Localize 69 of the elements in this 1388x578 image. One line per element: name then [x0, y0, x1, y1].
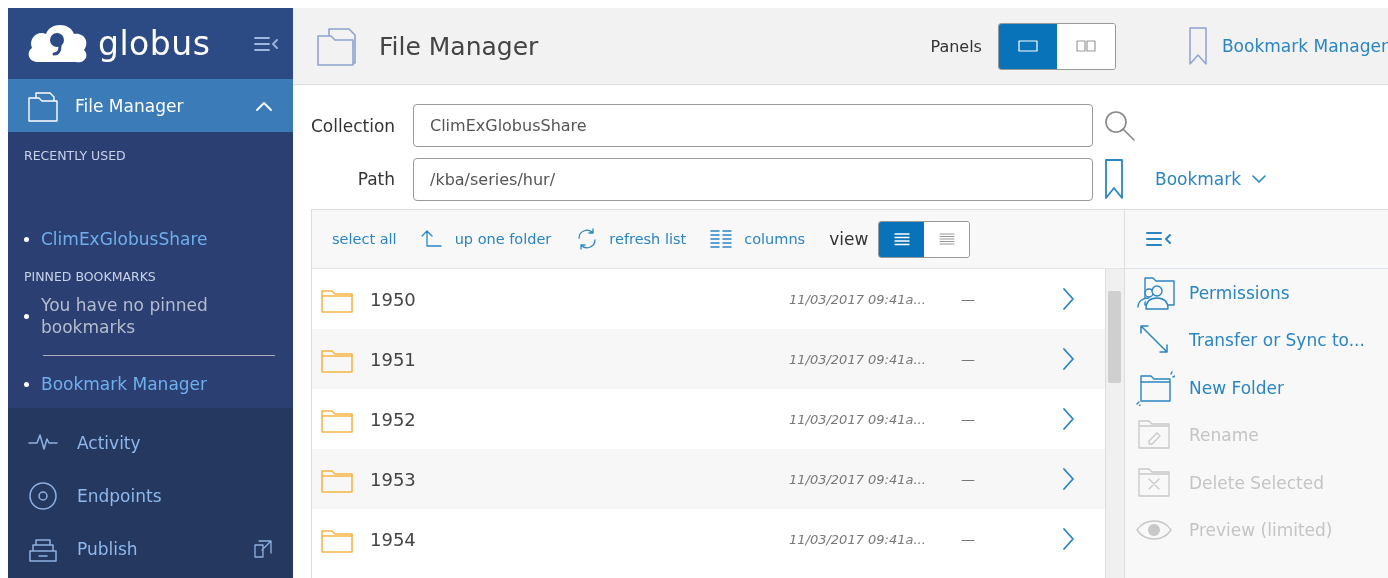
page-title: File Manager [379, 31, 539, 61]
chevron-up-icon [255, 99, 273, 112]
action-button[interactable]: Permissions [1125, 269, 1388, 317]
single-pane-icon [1017, 39, 1038, 53]
nav-item[interactable]: Publish [8, 522, 293, 575]
modified-date: 11/03/2017 09:41a... [789, 411, 927, 427]
toolbar-button[interactable]: up one folder [420, 228, 552, 250]
toolbar-button[interactable]: columns [710, 228, 806, 250]
file-size: — [961, 291, 976, 307]
toolbar-button[interactable]: refresh list [575, 228, 687, 250]
chevron-right-icon[interactable] [1061, 467, 1075, 491]
bullet-icon [24, 313, 29, 319]
toolbar-button[interactable]: select all [332, 231, 397, 247]
section-heading: RECENTLY USED [24, 148, 127, 163]
bullet-icon [24, 236, 29, 242]
nav-item[interactable]: Activity [8, 416, 293, 469]
file-size: — [961, 471, 976, 487]
search-icon[interactable] [1103, 108, 1137, 143]
field-label: Path [356, 169, 395, 189]
action-button[interactable]: Transfer or Sync to... [1125, 316, 1388, 364]
section-heading: PINNED BOOKMARKS [24, 269, 157, 284]
dual-panel-button[interactable] [1056, 23, 1115, 69]
file-row[interactable]: 1953 11/03/2017 09:41a... — [312, 449, 1105, 509]
dual-pane-icon [1075, 39, 1096, 53]
people-folder-icon [1135, 274, 1175, 311]
list-icon [893, 232, 910, 246]
modified-date: 11/03/2017 09:41a... [789, 351, 927, 367]
chevron-right-icon[interactable] [1061, 347, 1075, 371]
file-size: — [961, 411, 976, 427]
nav-item[interactable]: Endpoints [8, 469, 293, 522]
single-panel-button[interactable] [998, 23, 1057, 69]
target-icon [27, 479, 59, 512]
modified-date: 11/03/2017 09:41a... [789, 291, 927, 307]
field-label: Collection [311, 115, 395, 136]
scrollbar[interactable] [1105, 269, 1124, 578]
bookmark-icon[interactable] [1103, 157, 1125, 201]
brand-name: globus [98, 24, 212, 63]
panels-label: Panels [930, 36, 982, 56]
collapse-menu-icon[interactable] [1145, 229, 1173, 249]
chevron-right-icon[interactable] [1061, 527, 1075, 551]
chevron-right-icon[interactable] [1061, 407, 1075, 431]
file-size: — [961, 531, 976, 547]
file-row[interactable]: 1951 11/03/2017 09:41a... — [312, 329, 1105, 389]
modified-date: 11/03/2017 09:41a... [789, 471, 927, 487]
bookmark-manager-link[interactable]: Bookmark Manager [41, 374, 208, 394]
refresh-icon [575, 228, 598, 250]
action-button[interactable]: New Folder [1125, 364, 1388, 412]
file-size: — [961, 351, 976, 367]
modified-date: 11/03/2017 09:41a... [789, 531, 927, 547]
bookmark-dropdown[interactable]: Bookmark [1155, 169, 1268, 189]
collection-field[interactable]: ClimExGlobusShare [413, 104, 1093, 147]
recent-link[interactable]: ClimExGlobusShare [41, 229, 208, 249]
list-view-button[interactable] [879, 221, 925, 257]
columns-icon [710, 228, 733, 250]
nav-item[interactable]: File Manager [8, 79, 293, 132]
lines-icon [938, 232, 955, 246]
path-field[interactable]: /kba/series/hur/ [413, 157, 1093, 201]
empty-message: You have no pinned bookmarks [41, 294, 209, 338]
caret-icon [1251, 174, 1268, 184]
bookmark-manager-link[interactable]: Bookmark Manager [1187, 26, 1388, 66]
bullet-icon [24, 381, 29, 387]
view-label: view [829, 229, 869, 249]
new-folder-icon [1135, 369, 1175, 406]
bookmark-icon [1187, 26, 1208, 66]
up-arrow-icon [420, 228, 443, 250]
compact-view-button[interactable] [924, 221, 970, 257]
chevron-right-icon[interactable] [1061, 287, 1075, 311]
external-link-icon [253, 538, 273, 559]
scroll-thumb[interactable] [1108, 291, 1121, 383]
